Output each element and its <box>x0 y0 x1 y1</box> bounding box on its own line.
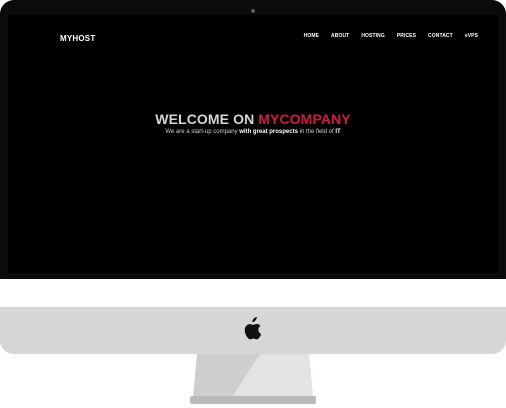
nav-home[interactable]: HOME <box>304 33 319 39</box>
camera-icon <box>251 9 255 13</box>
hero-title-prefix: WELCOME ON <box>155 111 259 127</box>
nav-contact[interactable]: CONTACT <box>428 33 453 39</box>
monitor-chin-top <box>0 279 506 307</box>
imac-monitor: MYHOST HOME ABOUT HOSTING PRICES CONTACT… <box>0 0 506 354</box>
apple-logo-icon <box>244 317 262 340</box>
website-screen: MYHOST HOME ABOUT HOSTING PRICES CONTACT… <box>8 15 498 273</box>
hero-subtitle-bold1: with great prospects <box>239 129 298 135</box>
hero-subtitle-part2: in the field of <box>297 129 336 135</box>
nav-evps[interactable]: eVPS <box>465 33 478 39</box>
hero-subtitle: We are a start-up company with great pro… <box>8 129 498 135</box>
hero-subtitle-part1: We are a start-up company <box>165 129 240 135</box>
main-nav: HOME ABOUT HOSTING PRICES CONTACT eVPS <box>304 33 478 39</box>
nav-about[interactable]: ABOUT <box>331 33 349 39</box>
nav-hosting[interactable]: HOSTING <box>361 33 384 39</box>
hero-subtitle-bold2: IT <box>335 129 341 135</box>
monitor-bezel: MYHOST HOME ABOUT HOSTING PRICES CONTACT… <box>0 0 506 279</box>
nav-prices[interactable]: PRICES <box>397 33 416 39</box>
hero-title: WELCOME ON MYCOMPANY <box>8 111 498 127</box>
hero-title-accent: MYCOMPANY <box>258 111 351 127</box>
brand-logo[interactable]: MYHOST <box>60 34 95 43</box>
